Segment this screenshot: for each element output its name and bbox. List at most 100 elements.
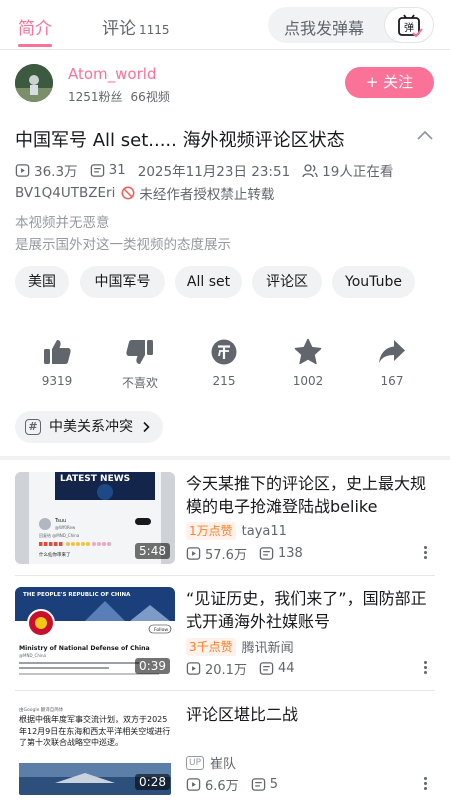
tag-item[interactable]: 评论区	[252, 266, 322, 298]
more-options-icon[interactable]	[420, 777, 430, 793]
danmu-button-label: 弹	[404, 21, 414, 34]
related-play-count: 6.6万	[205, 779, 239, 794]
section-divider	[0, 456, 450, 460]
related-danmaku-count: 44	[277, 661, 295, 676]
video-description-line-1: 本视频并无恶意	[15, 215, 110, 231]
uploader-name[interactable]: Atom_world	[68, 65, 156, 83]
collapse-chevron-icon[interactable]	[416, 128, 434, 142]
thumbnail-follow: Follow	[154, 627, 168, 633]
topic-label: 中美关系冲突	[49, 419, 133, 435]
tab-comments-count: 1115	[139, 23, 170, 37]
topic-chip[interactable]: # 中美关系冲突	[15, 411, 163, 443]
play-count-icon	[186, 778, 201, 791]
uploader-fans: 1251粉丝	[68, 90, 123, 104]
follow-button[interactable]: + 关注	[345, 67, 434, 98]
favorite-count: 1002	[292, 374, 324, 388]
hot-badge: 1万点赞	[186, 522, 236, 540]
related-video-author[interactable]: taya11	[242, 524, 287, 539]
list-separator	[15, 575, 435, 576]
danmu-placeholder: 点我发弹幕	[284, 19, 365, 38]
related-video-info: 3千点赞 腾讯新闻	[186, 637, 294, 656]
favorite-button[interactable]: 1002	[273, 338, 343, 388]
thumbnail-handle: @MND_China	[19, 653, 46, 658]
related-danmaku-count: 5	[269, 777, 278, 792]
video-thumbnail[interactable]: THE PEOPLE'S REPUBLIC OF CHINA Follow Mi…	[15, 587, 175, 679]
coin-button[interactable]: 215	[189, 338, 259, 388]
like-count: 9319	[41, 374, 73, 388]
thumbnail-text: LATEST NEWS	[60, 474, 130, 484]
video-title: 中国军号 All set..... 海外视频评论区状态	[15, 130, 345, 151]
list-separator	[15, 690, 435, 691]
copyright-notice: 未经作者授权禁止转载	[139, 187, 275, 203]
thumbs-down-icon	[126, 340, 153, 364]
danmaku-count-icon	[90, 163, 104, 177]
danmu-toggle-button[interactable]: 弹	[384, 7, 434, 43]
play-count: 36.3万	[34, 164, 78, 180]
hot-badge: 3千点赞	[186, 637, 236, 656]
no-repost-icon	[121, 186, 135, 200]
more-options-icon[interactable]	[420, 546, 430, 562]
dislike-button[interactable]: 不喜欢	[105, 338, 175, 391]
related-play-count: 57.6万	[205, 548, 247, 563]
danmaku-count-icon	[251, 778, 265, 791]
tag-item[interactable]: All set	[175, 266, 242, 298]
tab-comments-label: 评论	[102, 19, 136, 39]
thumbnail-handle: @Wf0Rew	[55, 525, 76, 530]
related-play-count: 20.1万	[205, 663, 247, 678]
star-icon	[294, 338, 322, 365]
related-video-title[interactable]: “见证历史，我们来了”，国防部正式开通海外社媒账号	[186, 587, 436, 633]
thumbnail-user: Tsuu	[54, 518, 66, 524]
top-tab-bar: 简介 评论 1115 点我发弹幕 弹	[0, 0, 450, 50]
related-video-stats: 20.1万 44	[186, 659, 295, 678]
play-count-icon	[186, 662, 201, 675]
danmu-input[interactable]: 点我发弹幕 弹	[268, 7, 434, 43]
tag-item[interactable]: 美国	[15, 266, 69, 298]
video-description-line-2: 是展示国外对这一类视频的态度展示	[15, 237, 231, 253]
thumbnail-banner: THE PEOPLE'S REPUBLIC OF CHINA	[23, 592, 131, 598]
up-badge-icon: UP	[186, 755, 205, 770]
uploader-videos: 66视频	[130, 90, 170, 104]
thumbnail-reply: 回复给 @MND_China	[39, 532, 80, 538]
tag-item[interactable]: YouTube	[332, 266, 415, 298]
coin-icon	[211, 339, 237, 365]
watching-now: 19人正在看	[322, 164, 394, 180]
related-video-title[interactable]: 今天某推下的评论区，史上最大规模的电子抢滩登陆战belike	[186, 472, 436, 518]
play-count-icon	[186, 547, 201, 560]
coin-count: 215	[212, 374, 236, 388]
related-video-info: UP 崔队	[186, 753, 236, 772]
video-thumbnail[interactable]: LATEST NEWS Tsuu @Wf0Rew 回复给 @MND_China …	[15, 472, 175, 564]
thumbnail-body: 根据中俄年度军事交流计划，双方于2025年12月9日在东海和西太平洋相关空域进行…	[19, 715, 171, 747]
related-video-card[interactable]: LATEST NEWS Tsuu @Wf0Rew 回复给 @MND_China …	[0, 472, 450, 582]
uploader-stats: 1251粉丝 66视频	[68, 88, 170, 105]
tag-item[interactable]: 中国军号	[80, 266, 165, 298]
related-video-author[interactable]: 腾讯新闻	[242, 637, 294, 656]
play-count-icon	[15, 163, 30, 177]
tab-intro[interactable]: 简介	[18, 14, 52, 39]
related-video-stats: 57.6万 138	[186, 544, 303, 563]
thumbnail-name: Ministry of National Defense of China	[19, 645, 150, 652]
related-video-card[interactable]: THE PEOPLE'S REPUBLIC OF CHINA Follow Mi…	[0, 587, 450, 697]
share-button[interactable]: 167	[357, 338, 427, 388]
tab-underline	[18, 44, 52, 47]
danmu-icon: 弹	[398, 14, 423, 38]
like-button[interactable]: 9319	[22, 338, 92, 388]
related-video-author[interactable]: 崔队	[210, 753, 236, 772]
related-video-title[interactable]: 评论区堪比二战	[186, 703, 436, 726]
danmaku-count-icon	[259, 547, 274, 560]
avatar-image	[15, 64, 53, 102]
thumbs-up-icon	[44, 340, 71, 364]
video-meta-line: 36.3万 31 2025年11月23日 23:51 19人正在看	[15, 160, 393, 180]
danmaku-count-icon	[259, 662, 274, 675]
thumbnail-header: 由Google 翻译自简体	[19, 706, 64, 713]
tab-comments[interactable]: 评论 1115	[102, 14, 170, 39]
viewers-icon	[302, 163, 318, 177]
video-duration: 0:39	[135, 658, 170, 674]
uploader-avatar[interactable]	[15, 64, 53, 102]
thumbnail-comment: 什么仙你审来了	[39, 551, 71, 558]
video-thumbnail[interactable]: 由Google 翻译自简体 根据中俄年度军事交流计划，双方于2025年12月9日…	[15, 703, 175, 795]
publish-datetime: 2025年11月23日 23:51	[137, 164, 291, 180]
related-video-card[interactable]: 由Google 翻译自简体 根据中俄年度军事交流计划，双方于2025年12月9日…	[0, 703, 450, 800]
hashtag-icon: #	[25, 419, 41, 435]
chevron-right-icon	[143, 421, 150, 433]
more-options-icon[interactable]	[420, 661, 430, 677]
